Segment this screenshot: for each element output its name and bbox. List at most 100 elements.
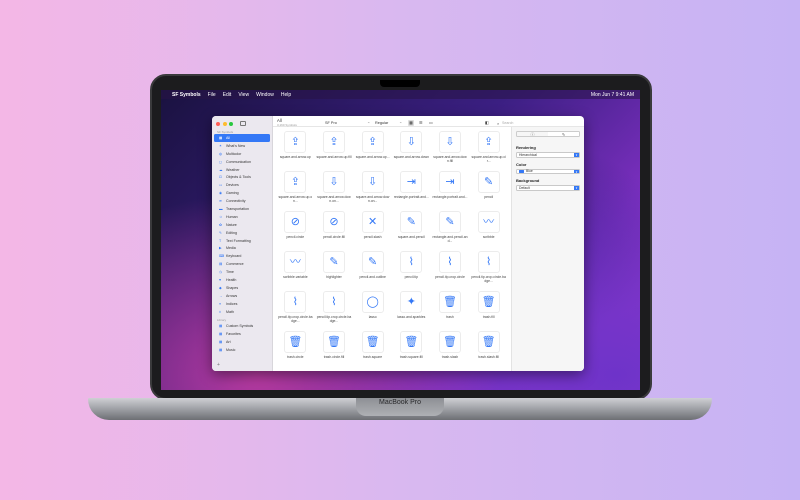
- symbol-cell[interactable]: ✎ pencil: [470, 171, 507, 211]
- symbol-cell[interactable]: ⊘ pencil.circle: [277, 211, 314, 251]
- symbol-glyph-icon[interactable]: ⇥: [438, 171, 461, 193]
- symbol-glyph-icon[interactable]: ⌇: [322, 291, 345, 313]
- symbol-cell[interactable]: ⊘ pencil.circle.fill: [316, 211, 353, 251]
- sidebar-item-shapes[interactable]: ◆ Shapes: [214, 284, 270, 292]
- symbol-glyph-icon[interactable]: 🗑: [438, 291, 461, 313]
- font-selector[interactable]: SF Pro: [325, 121, 337, 125]
- list-view-icon[interactable]: ☰: [419, 120, 423, 125]
- symbol-glyph-icon[interactable]: ◯: [361, 291, 384, 313]
- menu-app-name[interactable]: SF Symbols: [172, 92, 201, 98]
- sidebar-item-gaming[interactable]: ◉ Gaming: [214, 189, 270, 197]
- symbol-glyph-icon[interactable]: 〰: [477, 211, 500, 233]
- symbol-cell[interactable]: 🗑 trash.slash.fill: [470, 331, 507, 371]
- library-item-music[interactable]: ▦ Music: [214, 346, 270, 354]
- info-tab-icon[interactable]: ⓘ: [517, 132, 548, 136]
- sidebar-item-all[interactable]: ▦ All: [214, 134, 270, 142]
- weight-chevron-icon[interactable]: ⌃: [399, 121, 402, 126]
- symbol-glyph-icon[interactable]: ✎: [477, 171, 500, 193]
- sidebar-item-weather[interactable]: ☁ Weather: [214, 166, 270, 174]
- search-input[interactable]: Search: [502, 121, 513, 125]
- symbol-glyph-icon[interactable]: ⇩: [322, 171, 345, 193]
- search-icon[interactable]: ⌕: [497, 121, 499, 126]
- symbol-cell[interactable]: ⇩ square.and.arrow.down.on...: [354, 171, 391, 211]
- symbol-glyph-icon[interactable]: 🗑: [477, 291, 500, 313]
- symbol-cell[interactable]: 〰 scribble: [470, 211, 507, 251]
- background-select[interactable]: Default ▾: [516, 185, 580, 191]
- symbol-cell[interactable]: 🗑 trash.circle: [277, 331, 314, 371]
- symbol-glyph-icon[interactable]: ⌇: [400, 251, 423, 273]
- symbol-cell[interactable]: ✎ square.and.pencil: [393, 211, 430, 251]
- sidebar-toggle-icon[interactable]: [240, 121, 246, 126]
- add-collection-button[interactable]: +: [217, 362, 220, 368]
- library-item-art[interactable]: ▦ Art: [214, 338, 270, 346]
- sidebar-item-media[interactable]: ▶ Media: [214, 244, 270, 252]
- symbol-glyph-icon[interactable]: ⇪: [361, 131, 384, 153]
- symbol-glyph-icon[interactable]: ⇪: [284, 171, 307, 193]
- symbol-cell[interactable]: ✎ rectangle.and.pencil.and...: [432, 211, 469, 251]
- sidebar-item-text-formatting[interactable]: T Text Formatting: [214, 237, 270, 245]
- sidebar-item-health[interactable]: ♥ Health: [214, 276, 270, 284]
- zoom-button[interactable]: [229, 122, 233, 126]
- inspector-toggle-icon[interactable]: ◧: [485, 120, 489, 125]
- symbol-glyph-icon[interactable]: ✎: [400, 211, 423, 233]
- sidebar-item-devices[interactable]: ▭ Devices: [214, 181, 270, 189]
- sidebar-item-multicolor[interactable]: ◍ Multicolor: [214, 150, 270, 158]
- library-item-favorites[interactable]: ▦ Favorites: [214, 330, 270, 338]
- symbol-cell[interactable]: 🗑 trash.square: [354, 331, 391, 371]
- sidebar-item-what-s-new[interactable]: ✶ What's New: [214, 142, 270, 150]
- symbol-glyph-icon[interactable]: ⌇: [477, 251, 500, 273]
- symbol-cell[interactable]: ✎ pencil.and.outline: [354, 251, 391, 291]
- symbol-cell[interactable]: 〰 scribble.variable: [277, 251, 314, 291]
- sidebar-item-keyboard[interactable]: ⌨ Keyboard: [214, 252, 270, 260]
- symbol-glyph-icon[interactable]: ⇪: [477, 131, 500, 153]
- symbol-cell[interactable]: ⇩ square.and.arrow.down.on...: [316, 171, 353, 211]
- sidebar-item-arrows[interactable]: → Arrows: [214, 292, 270, 300]
- symbol-cell[interactable]: ⌇ pencil.tip.crop.circle.badge...: [277, 291, 314, 331]
- symbol-glyph-icon[interactable]: ⌇: [438, 251, 461, 273]
- symbol-cell[interactable]: ⇪ square.and.arrow.up...: [354, 131, 391, 171]
- symbol-cell[interactable]: ⇪ square.and.arrow.up.fill: [316, 131, 353, 171]
- symbol-glyph-icon[interactable]: 🗑: [284, 331, 307, 353]
- menu-view[interactable]: View: [238, 92, 249, 98]
- symbol-glyph-icon[interactable]: ⇪: [322, 131, 345, 153]
- symbol-glyph-icon[interactable]: ⊘: [322, 211, 345, 233]
- symbol-cell[interactable]: 🗑 trash.slash: [432, 331, 469, 371]
- symbol-cell[interactable]: ⇥ rectangle.portrait.and...: [432, 171, 469, 211]
- menu-help[interactable]: Help: [281, 92, 291, 98]
- symbol-glyph-icon[interactable]: 🗑: [322, 331, 345, 353]
- symbol-cell[interactable]: ⇥ rectangle.portrait.and...: [393, 171, 430, 211]
- paint-tab-icon[interactable]: ✎: [548, 132, 579, 136]
- sidebar-item-commerce[interactable]: ▤ Commerce: [214, 260, 270, 268]
- symbol-glyph-icon[interactable]: ✦: [400, 291, 423, 313]
- font-chevron-icon[interactable]: ⌃: [367, 121, 370, 126]
- symbol-cell[interactable]: ⇪ square.and.arrow.up.cir...: [470, 131, 507, 171]
- symbol-glyph-icon[interactable]: ⇥: [400, 171, 423, 193]
- menubar-clock[interactable]: Mon Jun 7 9:41 AM: [591, 92, 634, 98]
- symbol-glyph-icon[interactable]: 🗑: [438, 331, 461, 353]
- symbol-glyph-icon[interactable]: ⊘: [284, 211, 307, 233]
- symbol-glyph-icon[interactable]: 🗑: [361, 331, 384, 353]
- symbol-cell[interactable]: 🗑 trash: [432, 291, 469, 331]
- symbol-glyph-icon[interactable]: ⌇: [284, 291, 307, 313]
- symbol-glyph-icon[interactable]: 🗑: [477, 331, 500, 353]
- symbol-glyph-icon[interactable]: ⇩: [438, 131, 461, 153]
- symbol-glyph-icon[interactable]: ⇩: [361, 171, 384, 193]
- symbol-cell[interactable]: 🗑 trash.square.fill: [393, 331, 430, 371]
- symbol-cell[interactable]: ⇩ square.and.arrow.down.fill: [432, 131, 469, 171]
- symbol-glyph-icon[interactable]: ✎: [438, 211, 461, 233]
- symbol-cell[interactable]: ⌇ pencil.tip.crop.circle.badge...: [470, 251, 507, 291]
- library-item-custom-symbols[interactable]: ▦ Custom Symbols: [214, 322, 270, 330]
- symbol-cell[interactable]: 🗑 trash.circle.fill: [316, 331, 353, 371]
- symbol-cell[interactable]: ⇪ square.and.arrow.up.on...: [277, 171, 314, 211]
- symbol-cell[interactable]: ⌇ pencil.tip: [393, 251, 430, 291]
- symbol-glyph-icon[interactable]: ✎: [361, 251, 384, 273]
- symbol-cell[interactable]: ⇪ square.and.arrow.up: [277, 131, 314, 171]
- symbol-cell[interactable]: ✎ highlighter: [316, 251, 353, 291]
- symbol-glyph-icon[interactable]: ⇪: [284, 131, 307, 153]
- sidebar-item-indices[interactable]: ≡ Indices: [214, 300, 270, 308]
- sidebar-item-editing[interactable]: ✎ Editing: [214, 229, 270, 237]
- sidebar-item-communication[interactable]: ◻ Communication: [214, 158, 270, 166]
- sidebar-item-human[interactable]: ☺ Human: [214, 213, 270, 221]
- symbol-glyph-icon[interactable]: ✕: [361, 211, 384, 233]
- symbol-cell[interactable]: 🗑 trash.fill: [470, 291, 507, 331]
